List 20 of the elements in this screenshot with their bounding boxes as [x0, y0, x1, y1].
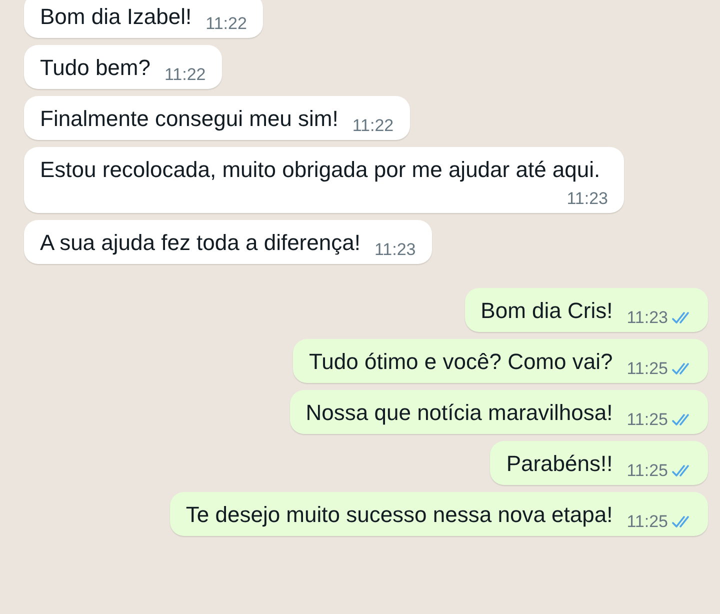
message-text: Tudo ótimo e você? Como vai? [309, 348, 613, 376]
message-time: 11:23 [566, 188, 608, 210]
message-time: 11:22 [206, 13, 247, 35]
message-time: 11:25 [626, 409, 668, 431]
message-time: 11:22 [352, 115, 394, 137]
message-text: Estou recolocada, muito obrigada por me ajudar até aqui. [40, 156, 602, 184]
message-text: Bom dia Cris! [480, 297, 613, 325]
message-text: Parabéns!! [506, 450, 613, 478]
message-text: Finalmente consegui meu sim! [40, 105, 338, 133]
message-time: 11:23 [626, 307, 668, 329]
message-time: 11:23 [374, 239, 416, 261]
message-time: 11:25 [626, 460, 668, 482]
message-text: A sua ajuda fez toda a diferença! [40, 229, 360, 257]
message-time: 11:25 [626, 511, 668, 533]
message-time: 11:22 [164, 64, 206, 86]
message-time: 11:25 [626, 358, 668, 380]
message-text: Te desejo muito sucesso nessa nova etapa! [186, 501, 613, 529]
message-text: Bom dia Izabel! [40, 3, 192, 31]
message-text: Nossa que notícia maravilhosa! [306, 399, 613, 427]
message-text: Tudo bem? [40, 54, 150, 82]
